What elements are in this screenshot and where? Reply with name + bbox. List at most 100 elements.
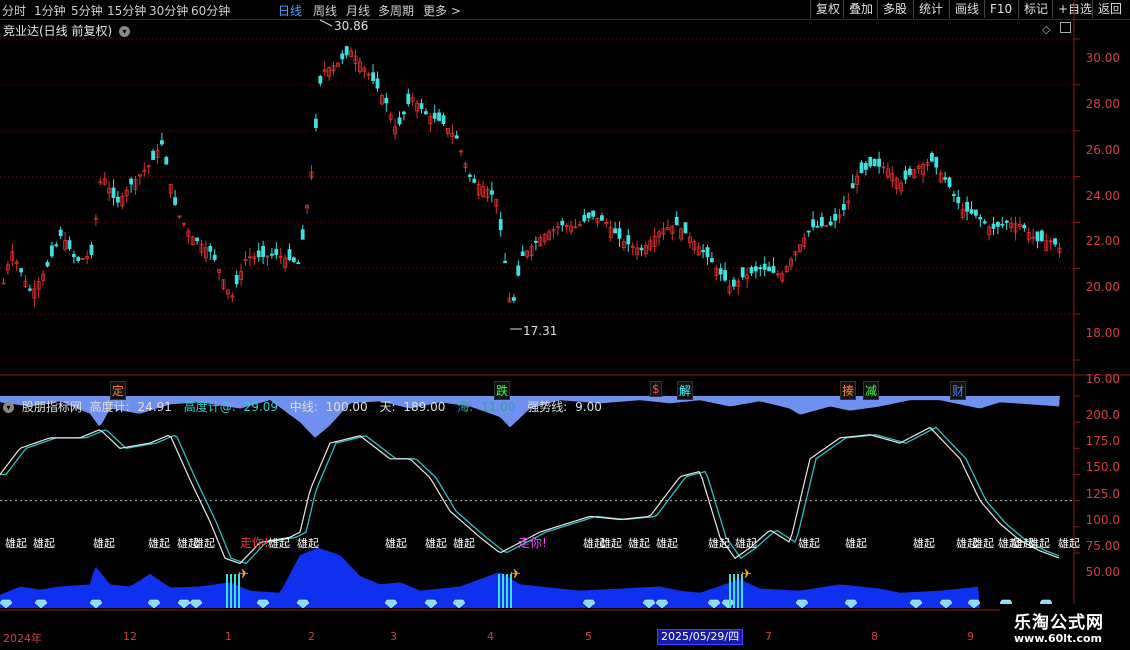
candle-body [375,78,380,89]
price-grid [0,38,1080,361]
panel-icons: ◇ [1042,22,1071,36]
candle-body [54,244,59,247]
candle-body [908,168,912,175]
candle-body [969,209,974,214]
candle-body [705,247,710,258]
candle-body [965,201,969,212]
candle-body [50,245,54,257]
candle-body [1004,220,1009,223]
candle-body [600,215,604,221]
candle-body [943,177,947,180]
candle-body [151,150,156,160]
candle-body [683,222,688,234]
candle-body [591,210,595,217]
rocket-icon: ✈ [510,567,521,582]
watermark: 乐淘公式网 www.60lt.com [1000,604,1130,650]
date-label: 5 [585,630,592,643]
signal-label: 雄起 [628,536,650,550]
candle-body [613,228,617,234]
candle-body [173,197,178,205]
candle-body [978,216,983,220]
candle-body [89,244,94,255]
candle-body [674,216,679,226]
signal-label: 雄起 [93,536,115,550]
watermark-title: 乐淘公式网 [1014,613,1104,633]
signal-bar [506,574,508,608]
candle-body [291,257,296,262]
candle-body [762,263,767,270]
candle-body [1035,231,1040,242]
candle-body [626,235,631,245]
signal-label: 雄起 [600,536,622,550]
candle-body [582,214,587,222]
price-tick-label: 26.00 [1085,142,1120,157]
signal-label: 雄起 [845,536,867,550]
diamond-icon[interactable]: ◇ [1042,23,1050,36]
date-label: 2024年 [3,632,42,645]
candle-body [534,240,538,243]
candle-body [384,97,389,104]
event-marker[interactable]: $ [650,381,662,397]
candle-body [930,152,934,162]
low-annotation: 17.31 [510,324,557,338]
event-marker[interactable]: 财 [950,381,967,400]
event-marker[interactable]: 减 [863,381,880,400]
rocket-icon: ✈ [741,567,752,582]
candle-body [520,251,525,256]
candle-body [974,209,978,216]
candle-body [111,187,116,199]
candle-body [45,262,50,267]
date-label: 8 [871,630,878,643]
candle-body [269,253,274,256]
signal-bar [502,574,504,608]
event-marker[interactable]: 解 [677,381,694,400]
panel-toggle-icon[interactable] [1059,22,1071,33]
stock-title: 竞业达(日线 前复权) [3,24,113,38]
price-tick-label: 24.00 [1085,188,1120,203]
price-tick-label: 28.00 [1085,96,1120,111]
signal-label: 雄起 [913,536,935,550]
candle-body [397,117,402,125]
indicator-tick-label: 125.0 [1085,486,1120,501]
candle-body [318,75,323,84]
candle-body [850,183,855,189]
candle-body [723,270,727,281]
signal-bar [226,574,228,608]
candle-body [401,111,406,115]
candle-body [952,194,956,196]
event-marker[interactable]: 揍 [840,381,857,400]
candle-body [996,222,1000,227]
high-annotation: 30.86 [319,19,368,33]
signal-label: 雄起 [268,536,290,550]
chevron-down-icon[interactable]: ▾ [119,26,131,37]
chevron-down-icon[interactable]: ▾ [3,402,14,413]
indicator-grid [0,395,1080,554]
candle-body [340,53,345,60]
candle-body [740,267,745,278]
candle-body [296,262,301,265]
price-tick-label: 20.00 [1085,280,1120,295]
candle-body [767,266,771,272]
signal-label: 雄起 [33,536,55,550]
candle-body [872,159,877,166]
val-midline: 中线: 100.00 [289,400,368,414]
val-strength: 强势线: 9.00 [527,400,602,414]
candle-body [934,156,939,168]
candle-body [419,103,424,109]
indicator-tick-label: 100.0 [1085,512,1120,527]
candle-body [423,111,428,115]
candle-body [58,229,63,237]
val-height: 高度计: 24.91 [89,400,172,414]
chart-canvas[interactable]: 雄起 雄起 雄起 雄起 雄起雄起 雄起 雄起 雄起 雄起 雄起 雄起雄起 雄起 雄起 雄起 雄起 雄起 雄起 雄起… [0,0,1130,630]
signal-label: 雄起 [385,536,407,550]
signal-label: 雄起 [1028,536,1050,550]
candle-body [820,216,824,227]
chart-title[interactable]: 竞业达(日线 前复权) ▾ [3,22,131,39]
price-tick-label: 16.00 [1085,372,1120,386]
signal-bar [498,574,500,608]
candle-body [516,265,521,276]
candle-body [1040,230,1044,242]
date-label: 4 [487,630,494,643]
candle-body [586,212,591,219]
candle-body [833,213,837,221]
